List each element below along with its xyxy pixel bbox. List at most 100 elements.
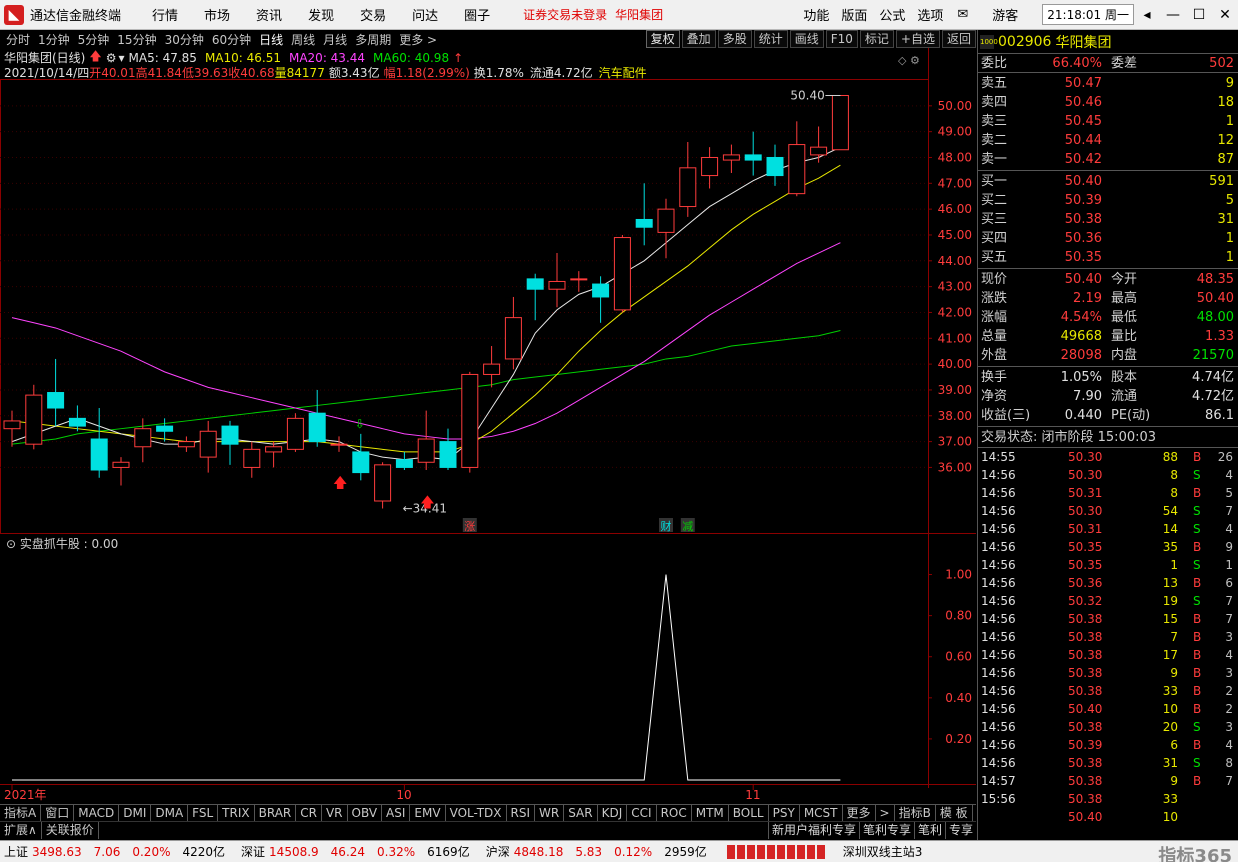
promo-exclusive-2[interactable]: 笔利 bbox=[913, 822, 945, 839]
kline-chart-area[interactable]: 50.00 49.00 48.00 47.00 46.00 45.00 44.00 43.00… bbox=[0, 48, 976, 808]
tab-indicator-b[interactable]: 指标B bbox=[895, 805, 936, 822]
period-tab-1min[interactable]: 1分钟 bbox=[38, 31, 70, 48]
menu-functions[interactable]: 功能 bbox=[803, 5, 829, 24]
tab-template[interactable]: 模 板 bbox=[936, 805, 973, 822]
tab-boll[interactable]: BOLL bbox=[729, 805, 769, 822]
promo-exclusive-3[interactable]: 专享 bbox=[944, 822, 976, 839]
period-tab-multi[interactable]: 多周期 bbox=[355, 31, 391, 48]
promo-new-user[interactable]: 新用户福利专享 bbox=[767, 822, 859, 839]
tab-mtm[interactable]: MTM bbox=[692, 805, 729, 822]
tick-count: 26 bbox=[1217, 450, 1233, 464]
tab-wr[interactable]: WR bbox=[535, 805, 565, 822]
menu-trade[interactable]: 交易 bbox=[360, 5, 386, 24]
bid-row[interactable]: 买一 50.40 591 bbox=[978, 172, 1238, 191]
bid-row[interactable]: 买四 50.36 1 bbox=[978, 229, 1238, 248]
tab-roc[interactable]: ROC bbox=[657, 805, 692, 822]
period-tab-weekly[interactable]: 周线 bbox=[291, 31, 315, 48]
menu-circle[interactable]: 圈子 bbox=[464, 5, 490, 24]
period-tab-5min[interactable]: 5分钟 bbox=[78, 31, 110, 48]
menu-markets[interactable]: 市场 bbox=[204, 5, 230, 24]
mark-button[interactable]: 标记 bbox=[859, 30, 894, 48]
tab-cci[interactable]: CCI bbox=[627, 805, 657, 822]
adjust-button[interactable]: 复权 bbox=[645, 30, 680, 48]
ma20-line bbox=[11, 242, 841, 440]
menu-news[interactable]: 资讯 bbox=[256, 5, 282, 24]
candle-body bbox=[199, 430, 217, 458]
ask-row[interactable]: 卖一 50.42 87 bbox=[978, 150, 1238, 169]
menu-options[interactable]: 选项 bbox=[917, 5, 943, 24]
tab-indicator-a[interactable]: 指标A bbox=[0, 805, 42, 822]
tab-rsi[interactable]: RSI bbox=[507, 805, 536, 822]
menu-layout[interactable]: 版面 bbox=[841, 5, 867, 24]
dropdown-chevron-icon[interactable]: ▾ bbox=[118, 51, 124, 65]
maximize-icon[interactable]: ☐ bbox=[1186, 7, 1212, 23]
period-tab-60min[interactable]: 60分钟 bbox=[212, 31, 251, 48]
period-tab-daily[interactable]: 日线 bbox=[259, 31, 283, 48]
mail-icon[interactable]: ✉ bbox=[957, 7, 968, 22]
tab-vr[interactable]: VR bbox=[322, 805, 348, 822]
bid-row[interactable]: 买五 50.35 1 bbox=[978, 248, 1238, 267]
tab-next-arrow[interactable]: > bbox=[876, 805, 895, 822]
tab-cr[interactable]: CR bbox=[296, 805, 322, 822]
tab-window[interactable]: 窗口 bbox=[41, 805, 75, 822]
tab-macd[interactable]: MACD bbox=[74, 805, 120, 822]
tab-trix[interactable]: TRIX bbox=[218, 805, 255, 822]
tab-dma[interactable]: DMA bbox=[151, 805, 189, 822]
period-tab-more[interactable]: 更多 > bbox=[399, 31, 437, 48]
f10-button[interactable]: F10 bbox=[825, 30, 858, 48]
bid-row[interactable]: 买二 50.39 5 bbox=[978, 191, 1238, 210]
tab-asi[interactable]: ASI bbox=[382, 805, 411, 822]
tab-obv[interactable]: OBV bbox=[348, 805, 383, 822]
ask-row[interactable]: 卖三 50.45 1 bbox=[978, 112, 1238, 131]
multi-stock-button[interactable]: 多股 bbox=[717, 30, 752, 48]
tick-row: 14:56 50.36 13 B 6 bbox=[978, 574, 1238, 592]
tick-list[interactable]: 14:55 50.30 88 B 26 14:56 50.30 8 S 4 14:56 50.31 8 B… bbox=[978, 448, 1238, 826]
index-hs-name[interactable]: 沪深 bbox=[486, 843, 510, 860]
tab-psy[interactable]: PSY bbox=[769, 805, 800, 822]
stock-type-icon: 1000 bbox=[980, 34, 998, 49]
statistics-button[interactable]: 统计 bbox=[753, 30, 788, 48]
tab-emv[interactable]: EMV bbox=[410, 805, 446, 822]
ask-row[interactable]: 卖五 50.47 9 bbox=[978, 74, 1238, 93]
ask-row[interactable]: 卖四 50.46 18 bbox=[978, 93, 1238, 112]
close-icon[interactable]: ✕ bbox=[1212, 7, 1238, 23]
index-sh-name[interactable]: 上证 bbox=[4, 843, 28, 860]
kline-chart-svg[interactable]: 50.00 49.00 48.00 47.00 46.00 45.00 44.00 43.00… bbox=[0, 48, 976, 804]
back-arrow-icon[interactable]: ◂ bbox=[1134, 7, 1160, 23]
tab-vol-tdx[interactable]: VOL-TDX bbox=[446, 805, 507, 822]
server-site[interactable]: 深圳双线主站3 bbox=[843, 843, 923, 860]
tick-side: B bbox=[1193, 666, 1202, 680]
login-warning[interactable]: 证券交易未登录 bbox=[523, 6, 607, 23]
guest-user[interactable]: 游客 bbox=[992, 5, 1038, 24]
period-tab-timeshare[interactable]: 分时 bbox=[6, 31, 30, 48]
menu-formula[interactable]: 公式 bbox=[879, 5, 905, 24]
menu-discover[interactable]: 发现 bbox=[308, 5, 334, 24]
tab-sar[interactable]: SAR bbox=[564, 805, 598, 822]
back-button[interactable]: 返回 bbox=[941, 30, 976, 48]
tab-mcst[interactable]: MCST bbox=[800, 805, 843, 822]
settings-gear-icon[interactable]: ⚙ bbox=[106, 51, 117, 65]
related-quotes-tab[interactable]: 关联报价 bbox=[42, 822, 99, 839]
period-tab-15min[interactable]: 15分钟 bbox=[117, 31, 156, 48]
period-tab-30min[interactable]: 30分钟 bbox=[165, 31, 204, 48]
menu-market-quotes[interactable]: 行情 bbox=[152, 5, 178, 24]
period-tab-monthly[interactable]: 月线 bbox=[323, 31, 347, 48]
add-watchlist-button[interactable]: +自选 bbox=[895, 30, 940, 48]
minimize-icon[interactable]: — bbox=[1160, 7, 1186, 23]
industry-tag[interactable]: 汽车配件 bbox=[599, 64, 647, 81]
candle bbox=[504, 296, 522, 370]
draw-line-button[interactable]: 画线 bbox=[789, 30, 824, 48]
overlay-button[interactable]: 叠加 bbox=[681, 30, 716, 48]
tab-kdj[interactable]: KDJ bbox=[598, 805, 628, 822]
menu-ask[interactable]: 问达 bbox=[412, 5, 438, 24]
tick-count: 1 bbox=[1225, 558, 1233, 572]
expand-button[interactable]: 扩展∧ bbox=[0, 822, 42, 839]
ask-row[interactable]: 卖二 50.44 12 bbox=[978, 131, 1238, 150]
tab-fsl[interactable]: FSL bbox=[188, 805, 219, 822]
tab-brar[interactable]: BRAR bbox=[255, 805, 297, 822]
tab-more[interactable]: 更多 bbox=[843, 805, 876, 822]
index-sz-name[interactable]: 深证 bbox=[241, 843, 265, 860]
bid-row[interactable]: 买三 50.38 31 bbox=[978, 210, 1238, 229]
tab-dmi[interactable]: DMI bbox=[119, 805, 152, 822]
promo-exclusive-1[interactable]: 笔利专享 bbox=[858, 822, 914, 839]
